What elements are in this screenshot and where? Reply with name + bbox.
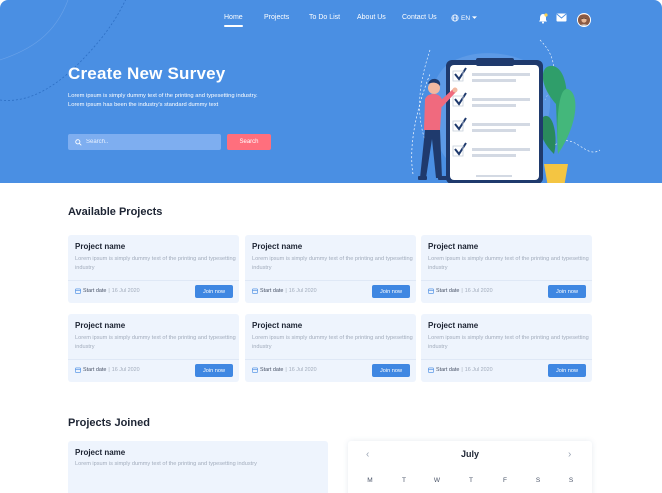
bell-icon[interactable] xyxy=(538,13,548,24)
project-name: Project name xyxy=(75,448,126,457)
joined-project-card[interactable]: Project name Lorem ipsum is simply dummy… xyxy=(68,441,328,493)
weekday-label: M xyxy=(367,477,373,484)
project-description: Lorem ipsum is simply dummy text of the … xyxy=(75,256,236,271)
project-description: Lorem ipsum is simply dummy text of the … xyxy=(252,256,413,271)
calendar-icon xyxy=(428,367,434,373)
project-description: Lorem ipsum is simply dummy text of the … xyxy=(75,335,236,350)
project-card[interactable]: Project name Lorem ipsum is simply dummy … xyxy=(68,235,239,303)
nav-about-us[interactable]: About Us xyxy=(357,14,386,21)
available-projects-title: Available Projects xyxy=(68,206,163,218)
start-date: Start date | 16 Jul 2020 xyxy=(428,367,493,373)
language-selector[interactable]: EN xyxy=(451,14,478,22)
project-description: Lorem ipsum is simply dummy text of the … xyxy=(75,461,257,467)
language-label: EN xyxy=(461,14,471,22)
calendar-icon xyxy=(75,288,81,294)
join-now-button[interactable]: Join now xyxy=(548,285,586,298)
calendar-icon xyxy=(428,288,434,294)
calendar-month: July xyxy=(460,449,479,459)
start-date-label: Start date xyxy=(436,288,460,294)
project-card[interactable]: Project name Lorem ipsum is simply dummy … xyxy=(245,314,416,382)
chevron-down-icon xyxy=(472,16,478,19)
weekday-label: T xyxy=(402,477,406,484)
card-divider xyxy=(421,359,592,360)
start-date: Start date | 16 Jul 2020 xyxy=(75,288,140,294)
nav-contact-us[interactable]: Contact Us xyxy=(402,14,437,21)
start-date: Start date | 16 Jul 2020 xyxy=(75,367,140,373)
join-now-button[interactable]: Join now xyxy=(372,285,410,298)
user-photo xyxy=(578,15,590,26)
project-name: Project name xyxy=(75,242,126,251)
page-title: Create New Survey xyxy=(68,64,226,83)
project-description: Lorem ipsum is simply dummy text of the … xyxy=(428,335,589,350)
globe-icon xyxy=(451,14,459,22)
survey-dashboard: Home Projects To Do List About Us Contac… xyxy=(0,0,662,493)
hero-subtitle-line-2: Lorem ipsum has been the industry's stan… xyxy=(68,102,219,108)
next-month-chevron-icon[interactable]: › xyxy=(568,449,571,460)
card-divider xyxy=(421,280,592,281)
join-now-button[interactable]: Join now xyxy=(195,364,233,377)
project-name: Project name xyxy=(252,321,303,330)
card-divider xyxy=(68,280,239,281)
start-date: Start date | 16 Jul 2020 xyxy=(428,288,493,294)
project-card[interactable]: Project name Lorem ipsum is simply dummy … xyxy=(421,235,592,303)
hero-banner: Home Projects To Do List About Us Contac… xyxy=(0,0,662,183)
search-icon xyxy=(75,138,82,146)
start-date-label: Start date xyxy=(436,367,460,373)
calendar-widget: ‹ July › M T W T F S S xyxy=(348,441,592,493)
join-now-button[interactable]: Join now xyxy=(372,364,410,377)
join-now-button[interactable]: Join now xyxy=(548,364,586,377)
weekday-label: T xyxy=(469,477,473,484)
join-now-button[interactable]: Join now xyxy=(195,285,233,298)
project-name: Project name xyxy=(252,242,303,251)
hero-subtitle: Lorem ipsum is simply dummy text of the … xyxy=(68,92,318,110)
top-navigation: Home Projects To Do List About Us Contac… xyxy=(0,13,662,28)
weekday-label: S xyxy=(568,477,574,484)
weekday-label: F xyxy=(503,477,507,484)
project-description: Lorem ipsum is simply dummy text of the … xyxy=(428,256,589,271)
nav-home[interactable]: Home xyxy=(224,14,243,27)
start-date: Start date | 16 Jul 2020 xyxy=(252,288,317,294)
start-date-label: Start date xyxy=(83,288,107,294)
start-date-label: Start date xyxy=(260,367,284,373)
project-card[interactable]: Project name Lorem ipsum is simply dummy … xyxy=(68,314,239,382)
project-name: Project name xyxy=(428,321,479,330)
nav-projects[interactable]: Projects xyxy=(264,14,289,21)
weekday-label: S xyxy=(535,477,541,484)
calendar-icon xyxy=(252,367,258,373)
survey-illustration xyxy=(411,53,576,183)
projects-joined-title: Projects Joined xyxy=(68,417,150,429)
weekday-label: W xyxy=(433,477,441,484)
mail-icon[interactable] xyxy=(556,13,567,22)
project-description: Lorem ipsum is simply dummy text of the … xyxy=(252,335,413,350)
start-date-value: 16 Jul 2020 xyxy=(288,288,317,294)
card-divider xyxy=(245,359,416,360)
project-name: Project name xyxy=(75,321,126,330)
start-date-value: 16 Jul 2020 xyxy=(111,288,140,294)
search-field[interactable] xyxy=(68,134,221,150)
project-name: Project name xyxy=(428,242,479,251)
start-date-value: 16 Jul 2020 xyxy=(111,367,140,373)
project-card[interactable]: Project name Lorem ipsum is simply dummy … xyxy=(421,314,592,382)
start-date-value: 16 Jul 2020 xyxy=(464,367,493,373)
project-card[interactable]: Project name Lorem ipsum is simply dummy … xyxy=(245,235,416,303)
card-divider xyxy=(245,280,416,281)
avatar[interactable] xyxy=(577,13,591,27)
nav-todo-list[interactable]: To Do List xyxy=(309,14,340,21)
hero-subtitle-line-1: Lorem ipsum is simply dummy text of the … xyxy=(68,93,258,99)
start-date-label: Start date xyxy=(260,288,284,294)
calendar-icon xyxy=(252,288,258,294)
start-date-value: 16 Jul 2020 xyxy=(288,367,317,373)
card-divider xyxy=(68,359,239,360)
start-date: Start date | 16 Jul 2020 xyxy=(252,367,317,373)
start-date-label: Start date xyxy=(83,367,107,373)
calendar-icon xyxy=(75,367,81,373)
search-input[interactable] xyxy=(86,139,206,145)
search-button[interactable]: Search xyxy=(227,134,271,150)
start-date-value: 16 Jul 2020 xyxy=(464,288,493,294)
